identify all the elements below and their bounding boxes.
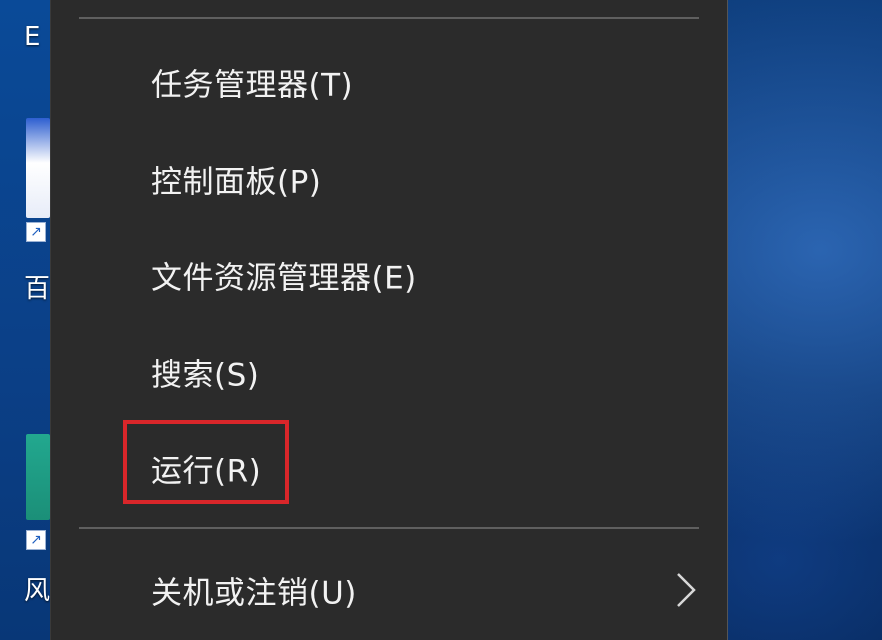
menu-item-search[interactable]: 搜索(S) — [51, 332, 727, 412]
menu-item-label: 控制面板(P) — [151, 164, 322, 201]
menu-item-control-panel[interactable]: 控制面板(P) — [51, 139, 727, 219]
desktop-icon-label-2[interactable]: 百 — [24, 276, 50, 302]
menu-item-label: 关机或注销(U) — [151, 575, 357, 612]
menu-item-label: 搜索(S) — [151, 357, 260, 394]
menu-separator — [79, 527, 699, 529]
menu-item-shutdown-signout[interactable]: 关机或注销(U) — [51, 550, 727, 630]
menu-item-label: 运行(R) — [151, 453, 262, 490]
desktop-app-icon-2[interactable] — [26, 434, 50, 520]
desktop-icon-label-1[interactable]: E — [24, 24, 40, 50]
shortcut-arrow-icon: ↗ — [26, 222, 46, 242]
menu-separator — [79, 17, 699, 19]
menu-item-run[interactable]: 运行(R) — [51, 428, 727, 508]
menu-item-label: 文件资源管理器(E) — [151, 260, 417, 297]
menu-item-file-explorer[interactable]: 文件资源管理器(E) — [51, 235, 727, 315]
desktop-icon-label-3[interactable]: 风 — [24, 578, 50, 604]
menu-item-label: 任务管理器(T) — [151, 67, 354, 104]
winx-context-menu: 任务管理器(T) 控制面板(P) 文件资源管理器(E) 搜索(S) 运行(R) … — [50, 0, 728, 640]
menu-item-task-manager[interactable]: 任务管理器(T) — [51, 42, 727, 122]
shortcut-arrow-icon: ↗ — [26, 530, 46, 550]
desktop-app-icon-1[interactable] — [26, 118, 50, 218]
chevron-right-icon — [677, 573, 696, 607]
